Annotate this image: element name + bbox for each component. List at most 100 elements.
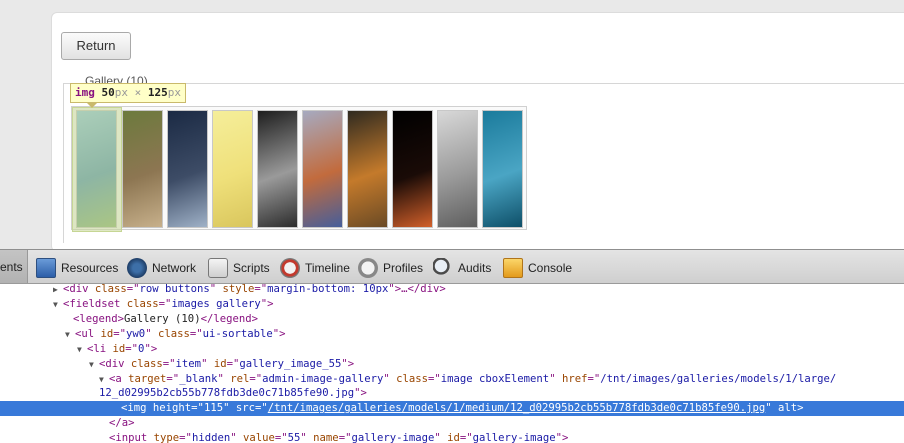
expand-triangle-icon[interactable]: ▼	[77, 342, 87, 357]
devtools-tab-label: Resources	[61, 260, 119, 275]
tag-text: ="	[338, 432, 352, 443]
devtools-tab-label: Timeline	[305, 260, 350, 275]
tag-text: ="	[427, 373, 441, 385]
devtools-tab-console[interactable]: Console	[503, 254, 572, 281]
gallery-thumbnail-duckling[interactable]	[212, 110, 253, 228]
tag-text: <a	[109, 373, 129, 385]
devtools-toolbar: ents Resources Network Scripts Timeline Profi…	[0, 249, 904, 284]
expand-triangle-icon[interactable]: ▼	[53, 297, 63, 312]
tooltip-times: ×	[134, 86, 142, 99]
attr-name: class	[94, 284, 127, 295]
inspected-page: Return Gallery (10) img 50px × 125px	[0, 0, 904, 252]
devtools-tab-elements[interactable]: ents	[0, 250, 28, 283]
attr-value: row buttons	[139, 284, 210, 295]
tag-text: <li	[87, 343, 113, 355]
attr-value: gallery-image	[351, 432, 435, 443]
attr-name: alt	[778, 402, 798, 414]
attr-value: images gallery	[171, 298, 261, 310]
devtools-tab-timeline[interactable]: Timeline	[280, 254, 350, 281]
tag-text: "	[209, 284, 223, 295]
attr-name: rel	[230, 373, 250, 385]
attr-name: id	[213, 358, 227, 370]
tooltip-arrow	[86, 102, 98, 108]
attr-name: value	[242, 432, 275, 443]
gallery-thumbnail-statue-garden[interactable]	[122, 110, 163, 228]
collapse-triangle-icon[interactable]: ▶	[53, 284, 63, 297]
element-size-tooltip: img 50px × 125px	[70, 83, 186, 103]
devtools-tab-network[interactable]: Network	[127, 254, 196, 281]
attr-value: margin-bottom: 10px	[267, 284, 389, 295]
expand-triangle-icon[interactable]: ▼	[65, 327, 75, 342]
tag-text: ="	[249, 373, 263, 385]
devtools-tab-audits[interactable]: Audits	[433, 254, 491, 281]
tag-text: ="	[158, 298, 172, 310]
expand-triangle-icon[interactable]: ▼	[89, 357, 99, 372]
tooltip-tag: img	[75, 86, 95, 99]
attr-name: class	[126, 298, 159, 310]
inspect-highlight	[72, 107, 122, 232]
tooltip-height: 125	[147, 86, 168, 99]
tag-text: </a>	[109, 417, 135, 429]
devtools-tab-label: Console	[528, 260, 573, 275]
attr-value: item	[175, 358, 202, 370]
tag-text: <input	[109, 432, 154, 443]
attr-value[interactable]: /tnt/images/galleries/models/1/medium/12…	[268, 402, 765, 414]
devtools-tab-resources[interactable]: Resources	[36, 254, 118, 281]
tag-text: "	[217, 373, 231, 385]
tag-text: ="	[191, 402, 204, 414]
attr-name: href	[561, 373, 588, 385]
tag-text: </legend>	[200, 313, 258, 325]
attr-name: target	[128, 373, 167, 385]
tag-text: ">…</div>	[388, 284, 446, 295]
tag-text: ="	[113, 328, 127, 340]
attr-value: 12_d02995b2cb55b778fdb3de0c71b85fe90.jpg	[99, 387, 355, 399]
devtools-tab-scripts[interactable]: Scripts	[208, 254, 270, 281]
tooltip-width-unit: px	[114, 86, 128, 99]
gallery-thumbnail-sports-car[interactable]	[167, 110, 208, 228]
attr-name: id	[100, 328, 114, 340]
tag-text: ">	[555, 432, 569, 443]
gallery-thumbnail-tiger[interactable]	[347, 110, 388, 228]
return-button[interactable]: Return	[61, 32, 131, 60]
gallery-thumbnail-fire-sparks[interactable]	[392, 110, 433, 228]
dom-node-selected[interactable]: <img height="115" src="/tnt/images/galle…	[0, 401, 904, 416]
tag-text: ="	[274, 432, 288, 443]
tag-text: "	[230, 432, 243, 443]
tooltip-width: 50	[101, 86, 115, 99]
tag-text: "	[145, 328, 158, 340]
attr-value: gallery_image_55	[239, 358, 342, 370]
tag-text: "	[383, 373, 397, 385]
console-icon	[503, 257, 523, 278]
devtools-tab-profiles[interactable]: Profiles	[358, 254, 423, 281]
tag-text: ="	[254, 402, 268, 414]
scripts-icon	[208, 257, 228, 278]
tag-text: ">	[354, 387, 367, 399]
gallery-thumbnail-white-tiger[interactable]	[437, 110, 478, 228]
expand-triangle-icon[interactable]: ▼	[99, 372, 109, 387]
tag-text: ="	[226, 358, 240, 370]
attr-name: class	[157, 328, 190, 340]
gallery-thumbnail-water-drop[interactable]	[482, 110, 523, 228]
tag-text: <img	[121, 402, 153, 414]
tag-text: ="	[166, 373, 180, 385]
attr-name: src	[235, 402, 255, 414]
tag-text: ="	[459, 432, 473, 443]
gallery-thumbnail-spiral-stairs[interactable]	[257, 110, 298, 228]
tag-text: ="	[587, 373, 601, 385]
tag-text: "	[765, 402, 778, 414]
tag-text: ="	[179, 432, 192, 443]
attr-name: type	[153, 432, 180, 443]
tag-text: ">	[260, 298, 274, 310]
attr-name: class	[130, 358, 163, 370]
tag-text: "	[201, 358, 214, 370]
gallery-thumbnail-colorful-object[interactable]	[302, 110, 343, 228]
tag-text: ">	[272, 328, 286, 340]
attr-value: hidden	[191, 432, 231, 443]
tooltip-height-unit: px	[167, 86, 181, 99]
tag-text: ="	[126, 284, 140, 295]
tag-text: <ul	[75, 328, 101, 340]
tag-text: "	[434, 432, 448, 443]
tag-text: >	[797, 402, 804, 414]
tag-text: ="	[254, 284, 268, 295]
profiles-icon	[358, 257, 378, 278]
